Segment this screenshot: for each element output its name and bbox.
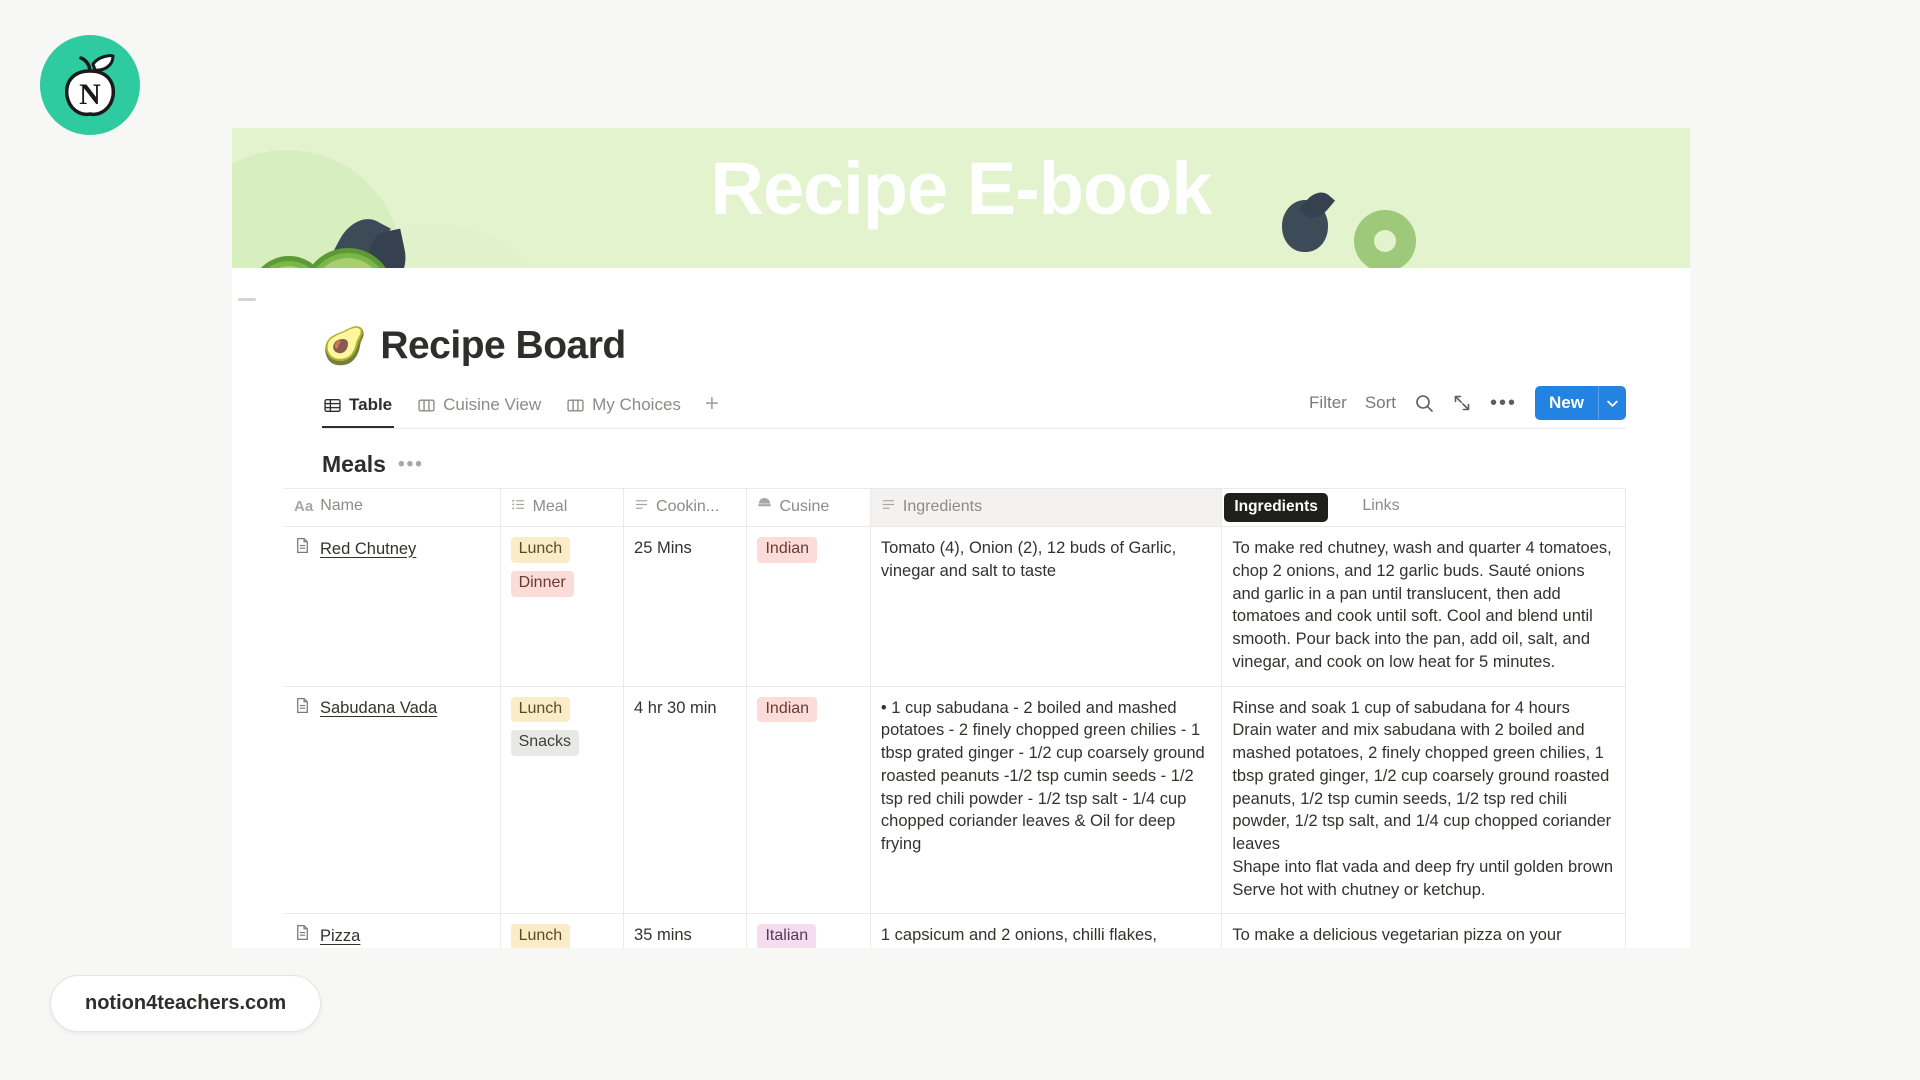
page-title-text: Recipe Board: [380, 324, 626, 367]
column-header-links[interactable]: Links Ingredients: [1221, 488, 1626, 527]
page-body: 🥑 Recipe Board Table Cuisine View My Cho…: [232, 324, 1690, 948]
table-icon: [324, 397, 341, 414]
cell-ingredients[interactable]: Tomato (4), Onion (2), 12 buds of Garlic…: [870, 526, 1223, 687]
column-header-ingredients[interactable]: Ingredients: [870, 488, 1223, 527]
tag-lunch: Lunch: [510, 537, 571, 563]
cell-cusine[interactable]: Indian: [746, 526, 871, 687]
new-button-label: New: [1549, 393, 1584, 412]
database-title-text: Meals: [322, 451, 386, 477]
title-aa-icon: Aa: [294, 497, 314, 515]
table-row[interactable]: Sabudana Vada Lunch Snacks 4 hr 30 min I…: [284, 686, 1626, 915]
tag-dinner: Dinner: [510, 570, 574, 597]
cell-cusine[interactable]: Indian: [746, 686, 871, 915]
search-icon[interactable]: [1414, 393, 1434, 413]
cover-title: Recipe E-book: [710, 147, 1213, 230]
more-horizontal-icon[interactable]: •••: [1490, 393, 1517, 413]
table-header-row: Aa Name Meal Cookin... Cusine Ingredient…: [284, 488, 1626, 527]
svg-text:N: N: [79, 78, 101, 111]
tab-my-choices[interactable]: My Choices: [565, 389, 683, 428]
cell-links[interactable]: Rinse and soak 1 cup of sabudana for 4 h…: [1221, 686, 1626, 915]
cell-name[interactable]: Pizza: [284, 913, 501, 948]
table-row[interactable]: Red Chutney Lunch Dinner 25 Mins Indian: [284, 526, 1626, 687]
column-header-name-label: Name: [320, 497, 363, 514]
cell-ingredients[interactable]: 1 capsicum and 2 onions, chilli flakes, …: [870, 913, 1223, 948]
cover-banner: Recipe E-book: [232, 128, 1690, 268]
column-header-links-label: Links: [1362, 497, 1400, 514]
column-header-meal[interactable]: Meal: [500, 488, 625, 527]
cell-cooking-time[interactable]: 35 mins: [623, 913, 748, 948]
cell-ingredients[interactable]: • 1 cup sabudana - 2 boiled and mashed p…: [870, 686, 1223, 915]
cell-meal[interactable]: Lunch Snacks: [500, 686, 625, 915]
page-title: 🥑 Recipe Board: [322, 324, 1626, 368]
cell-cooking-time[interactable]: 25 Mins: [623, 526, 748, 687]
table-row[interactable]: Pizza Lunch 35 mins Italian 1 capsicum a…: [284, 913, 1626, 948]
footer-badge: notion4teachers.com: [50, 975, 322, 1032]
add-view-button[interactable]: +: [705, 391, 719, 426]
sort-button[interactable]: Sort: [1365, 393, 1396, 413]
page-doc-icon: [294, 537, 311, 561]
multiselect-icon: [511, 497, 526, 517]
chevron-down-icon[interactable]: [1598, 386, 1626, 420]
view-actions: Filter Sort ••• New: [1309, 386, 1626, 428]
cell-links[interactable]: To make a delicious vegetarian pizza on …: [1221, 913, 1626, 948]
database-more-icon[interactable]: •••: [398, 455, 424, 474]
board-icon: [418, 397, 435, 414]
cell-name[interactable]: Red Chutney: [284, 526, 501, 687]
expand-icon[interactable]: [1452, 393, 1472, 413]
cell-cusine[interactable]: Italian: [746, 913, 871, 948]
filter-button[interactable]: Filter: [1309, 393, 1347, 413]
row-name-text: Pizza: [320, 926, 361, 945]
column-header-cusine-label: Cusine: [779, 498, 830, 515]
cell-meal[interactable]: Lunch: [500, 913, 625, 948]
board-icon: [567, 397, 584, 414]
tag-snacks: Snacks: [510, 730, 580, 757]
cell-name[interactable]: Sabudana Vada: [284, 686, 501, 915]
avocado-emoji-icon: 🥑: [322, 325, 367, 366]
tag-cuisine: Italian: [757, 924, 817, 948]
column-header-name[interactable]: Aa Name: [284, 488, 501, 527]
tag-cuisine: Indian: [757, 696, 818, 723]
view-tabs: Table Cuisine View My Choices +: [322, 389, 719, 428]
tab-table-label: Table: [349, 395, 393, 414]
screenshot-root: N Recipe E-book 🥑 Recipe Board Table Cui…: [0, 0, 1920, 1080]
row-name-text: Sabudana Vada: [320, 699, 438, 718]
notion4teachers-logo: N: [40, 35, 140, 135]
column-header-ingredients-label: Ingredients: [902, 498, 983, 515]
database-title: Meals •••: [322, 451, 1626, 478]
column-tooltip: Ingredients: [1224, 493, 1328, 522]
tag-lunch: Lunch: [510, 924, 571, 948]
cell-links[interactable]: To make red chutney, wash and quarter 4 …: [1221, 526, 1626, 687]
cell-cooking-time[interactable]: 4 hr 30 min: [623, 686, 748, 915]
view-toolbar: Table Cuisine View My Choices + Filter S…: [322, 386, 1626, 429]
tab-cuisine-view[interactable]: Cuisine View: [416, 389, 543, 428]
column-header-cooking-time-label: Cookin...: [656, 498, 720, 515]
page-doc-icon: [294, 697, 311, 721]
tab-cuisine-view-label: Cuisine View: [443, 395, 542, 414]
meals-table: Aa Name Meal Cookin... Cusine Ingredient…: [284, 488, 1626, 948]
new-button[interactable]: New: [1535, 386, 1626, 420]
cell-meal[interactable]: Lunch Dinner: [500, 526, 625, 687]
column-header-meal-label: Meal: [532, 498, 568, 515]
column-header-cusine[interactable]: Cusine: [746, 488, 871, 527]
tab-table[interactable]: Table: [322, 389, 395, 428]
tag-lunch: Lunch: [510, 696, 571, 723]
text-icon: [634, 497, 649, 517]
column-header-cooking-time[interactable]: Cookin...: [623, 488, 748, 527]
page-doc-icon: [294, 924, 311, 948]
row-name-text: Red Chutney: [320, 539, 417, 558]
tab-my-choices-label: My Choices: [592, 395, 681, 414]
apple-n-logo-icon: N: [64, 54, 116, 117]
text-icon: [881, 497, 896, 517]
notion-window: Recipe E-book 🥑 Recipe Board Table Cuisi…: [232, 128, 1690, 948]
select-icon: [757, 497, 772, 517]
tag-cuisine: Indian: [757, 537, 818, 563]
